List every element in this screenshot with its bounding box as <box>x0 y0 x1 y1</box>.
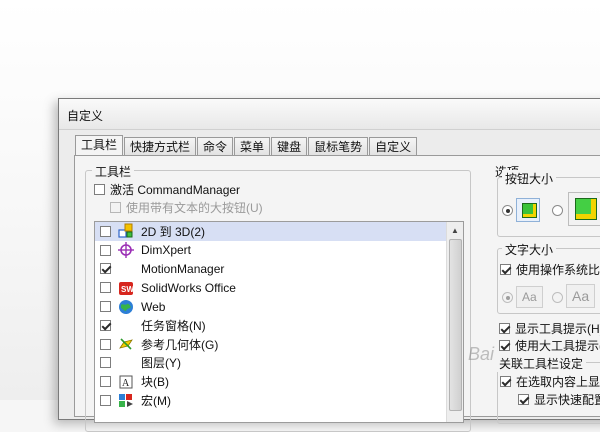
show-tooltips-row[interactable]: 显示工具提示(H) <box>499 320 600 337</box>
large-text-radio[interactable] <box>552 292 563 303</box>
text-size-group: 文字大小 使用操作系统比例 Aa Aa <box>497 241 600 314</box>
text-size-label: 文字大小 <box>502 241 557 258</box>
solidworks-office-icon: SW <box>118 280 134 296</box>
large-tooltips-row[interactable]: 使用大工具提示(U) <box>499 337 600 354</box>
list-item-task-pane[interactable]: 任务窗格(N) <box>95 316 463 335</box>
large-buttons-checkbox[interactable] <box>110 202 121 213</box>
list-item-checkbox[interactable] <box>100 357 111 369</box>
list-item-checkbox[interactable] <box>100 395 111 407</box>
context-toolbar-label: 关联工具栏设定 <box>496 355 587 372</box>
activate-commandmanager-label: 激活 CommandManager <box>110 183 241 197</box>
large-buttons-label: 使用带有文本的大按钮(U) <box>126 201 263 215</box>
large-button-preview <box>568 192 600 226</box>
list-item-label: 图层(Y) <box>141 356 181 371</box>
list-item-layers[interactable]: 图层(Y) <box>95 354 463 373</box>
cube-small-icon <box>522 203 537 218</box>
scroll-up-arrow-icon[interactable]: ▲ <box>447 222 463 238</box>
svg-text:SW: SW <box>121 285 134 294</box>
scrollbar-thumb[interactable] <box>449 239 462 411</box>
title-bar[interactable]: 自定义 <box>59 99 600 130</box>
large-tooltips-checkbox[interactable] <box>499 340 510 351</box>
button-size-group: 按钮大小 <box>497 170 600 237</box>
small-button-preview <box>516 198 540 222</box>
list-item-label: 宏(M) <box>141 394 171 409</box>
tab-customize[interactable]: 自定义 <box>369 137 418 155</box>
tab-keyboard[interactable]: 键盘 <box>271 137 308 155</box>
list-item-label: DimXpert <box>141 243 192 258</box>
list-item-checkbox[interactable] <box>100 301 111 313</box>
svg-text:A: A <box>122 378 130 389</box>
list-item-label: SolidWorks Office <box>141 280 236 295</box>
use-os-scale-label: 使用操作系统比例 <box>516 263 600 277</box>
show-on-selection-checkbox[interactable] <box>500 376 511 387</box>
large-buttons-radio[interactable] <box>552 205 563 216</box>
tab-menus[interactable]: 菜单 <box>234 137 271 155</box>
list-item-solidworks-office[interactable]: SW SolidWorks Office <box>95 278 463 297</box>
list-item-checkbox[interactable] <box>100 225 111 237</box>
2d-to-3d-icon <box>118 223 134 239</box>
list-item-macro[interactable]: 宏(M) <box>95 391 463 410</box>
large-text-preview: Aa <box>566 284 596 308</box>
list-item-label: 块(B) <box>141 375 169 390</box>
show-tooltips-checkbox[interactable] <box>499 323 510 334</box>
list-item-checkbox[interactable] <box>100 319 111 331</box>
toolbar-list[interactable]: 2D 到 3D(2) DimXpert MotionManager SW Sol… <box>94 221 464 423</box>
blank-icon <box>118 317 134 333</box>
blank-icon <box>118 355 134 371</box>
tab-commands[interactable]: 命令 <box>197 137 234 155</box>
show-on-selection-label: 在选取内容上显示 <box>516 375 600 389</box>
activate-commandmanager-row[interactable]: 激活 CommandManager <box>94 181 240 198</box>
tab-mouse-gestures[interactable]: 鼠标笔势 <box>308 137 369 155</box>
list-scrollbar[interactable]: ▲ <box>446 222 463 422</box>
reference-geometry-icon <box>118 336 134 352</box>
window-title: 自定义 <box>67 109 104 123</box>
use-os-scale-row[interactable]: 使用操作系统比例 <box>500 261 600 278</box>
button-size-label: 按钮大小 <box>502 170 557 187</box>
show-tooltips-label: 显示工具提示(H) <box>515 322 600 336</box>
small-buttons-radio[interactable] <box>502 205 513 216</box>
list-item-dimxpert[interactable]: DimXpert <box>95 241 463 260</box>
activate-commandmanager-checkbox[interactable] <box>94 184 105 195</box>
large-buttons-row[interactable]: 使用带有文本的大按钮(U) <box>110 199 263 216</box>
toolbars-group-label: 工具栏 <box>92 163 135 180</box>
list-item-web[interactable]: Web <box>95 297 463 316</box>
list-item-checkbox[interactable] <box>100 376 111 388</box>
large-tooltips-label: 使用大工具提示(U) <box>515 339 600 353</box>
list-item-reference-geometry[interactable]: 参考几何体(G) <box>95 335 463 354</box>
context-toolbar-group: 关联工具栏设定 在选取内容上显示 显示快速配置 <box>496 355 600 424</box>
list-item-label: 2D 到 3D(2) <box>141 224 206 239</box>
cube-large-icon <box>575 198 597 220</box>
tab-strip: 工具栏 快捷方式栏 命令 菜单 键盘 鼠标笔势 自定义 <box>75 135 418 157</box>
tab-toolbars[interactable]: 工具栏 <box>75 135 124 156</box>
small-text-radio[interactable] <box>502 292 513 303</box>
macro-icon <box>118 393 134 409</box>
list-item-label: MotionManager <box>141 261 225 276</box>
dimxpert-icon <box>118 242 134 259</box>
tab-shortcut-bars[interactable]: 快捷方式栏 <box>124 137 197 155</box>
list-item-checkbox[interactable] <box>100 338 111 350</box>
list-item-label: 任务窗格(N) <box>141 318 206 333</box>
use-os-scale-checkbox[interactable] <box>500 264 511 275</box>
list-item-checkbox[interactable] <box>100 244 111 256</box>
show-on-selection-row[interactable]: 在选取内容上显示 <box>500 373 600 390</box>
small-text-preview: Aa <box>516 286 543 308</box>
list-item-blocks[interactable]: A 块(B) <box>95 372 463 391</box>
tab-panel: 工具栏 激活 CommandManager 使用带有文本的大按钮(U) 2D 到… <box>74 155 600 432</box>
block-icon: A <box>118 374 134 390</box>
list-item-checkbox[interactable] <box>100 263 111 275</box>
list-item-motionmanager[interactable]: MotionManager <box>95 260 463 279</box>
list-item-checkbox[interactable] <box>100 282 111 294</box>
list-item-label: Web <box>141 299 166 314</box>
blank-icon <box>118 261 134 277</box>
globe-icon <box>118 299 134 315</box>
list-item-label: 参考几何体(G) <box>141 337 219 352</box>
list-item-2d-to-3d[interactable]: 2D 到 3D(2) <box>95 222 463 241</box>
